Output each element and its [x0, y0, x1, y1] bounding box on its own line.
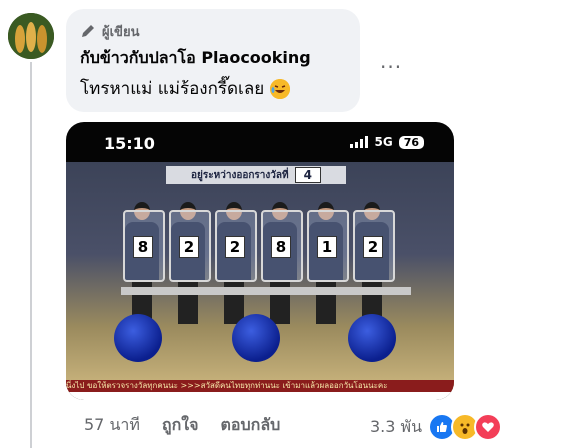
- like-button[interactable]: ถูกใจ: [162, 413, 199, 438]
- author-badge: ผู้เขียน: [80, 21, 346, 41]
- avatar[interactable]: [8, 13, 54, 59]
- signal-icon: [350, 136, 369, 148]
- pencil-icon: [82, 25, 94, 37]
- banner-text: อยู่ระหว่างออกรางวัลที่: [191, 169, 289, 181]
- draw-table: [121, 287, 411, 295]
- more-options-button[interactable]: ···: [380, 55, 402, 79]
- author-badge-label: ผู้เขียน: [102, 24, 140, 40]
- drawn-digit: 2: [179, 236, 199, 258]
- status-time: 15:10: [104, 134, 155, 153]
- avatar-image: [8, 13, 54, 59]
- stage-banner: อยู่ระหว่างออกรางวัลที่ 4: [166, 166, 346, 184]
- thread-line: [30, 62, 32, 448]
- battery-icon: 76: [398, 135, 424, 149]
- comment-actions: 57 นาที ถูกใจ ตอบกลับ: [84, 413, 280, 438]
- banner-number: 4: [294, 167, 321, 183]
- drawn-digit: 1: [317, 236, 337, 258]
- reaction-icons: [428, 413, 503, 441]
- news-ticker: นี่งไป ขอให้ตรวจรางวัลทุกคนนะ >>>สวัสดีค…: [66, 380, 454, 392]
- network-label: 5G: [374, 135, 393, 149]
- video-bottom-strip: [66, 392, 454, 400]
- author-name[interactable]: กับข้าวกับปลาโอ Plaocooking: [80, 46, 346, 71]
- lottery-ball: [348, 314, 396, 362]
- attached-video[interactable]: 15:10 5G 76 อยู่ระหว่างออกรางวัลที่ 4 8 …: [66, 122, 454, 400]
- reaction-count: 3.3 พัน: [370, 416, 423, 436]
- lottery-ball: [114, 314, 162, 362]
- status-indicators: 5G 76: [350, 135, 424, 149]
- lottery-ball: [232, 314, 280, 362]
- drawn-digit: 8: [271, 236, 291, 258]
- lottery-stage: อยู่ระหว่างออกรางวัลที่ 4 8 2 2 8 1 2 นี…: [66, 162, 454, 392]
- reaction-summary[interactable]: 3.3 พัน: [370, 413, 503, 441]
- comment-timestamp[interactable]: 57 นาที: [84, 413, 140, 438]
- comment-bubble: ผู้เขียน กับข้าวกับปลาโอ Plaocooking โทร…: [66, 9, 360, 112]
- drawn-digit: 2: [363, 236, 383, 258]
- comment-text-row: โทรหาแม่ แม่ร้องกรี๊ดเลย: [80, 75, 346, 102]
- comment-text: โทรหาแม่ แม่ร้องกรี๊ดเลย: [80, 79, 265, 99]
- laughing-emoji-icon: [270, 78, 291, 99]
- drawn-digit: 8: [133, 236, 153, 258]
- drawn-digit: 2: [225, 236, 245, 258]
- love-icon: [474, 413, 503, 441]
- reply-button[interactable]: ตอบกลับ: [220, 413, 280, 438]
